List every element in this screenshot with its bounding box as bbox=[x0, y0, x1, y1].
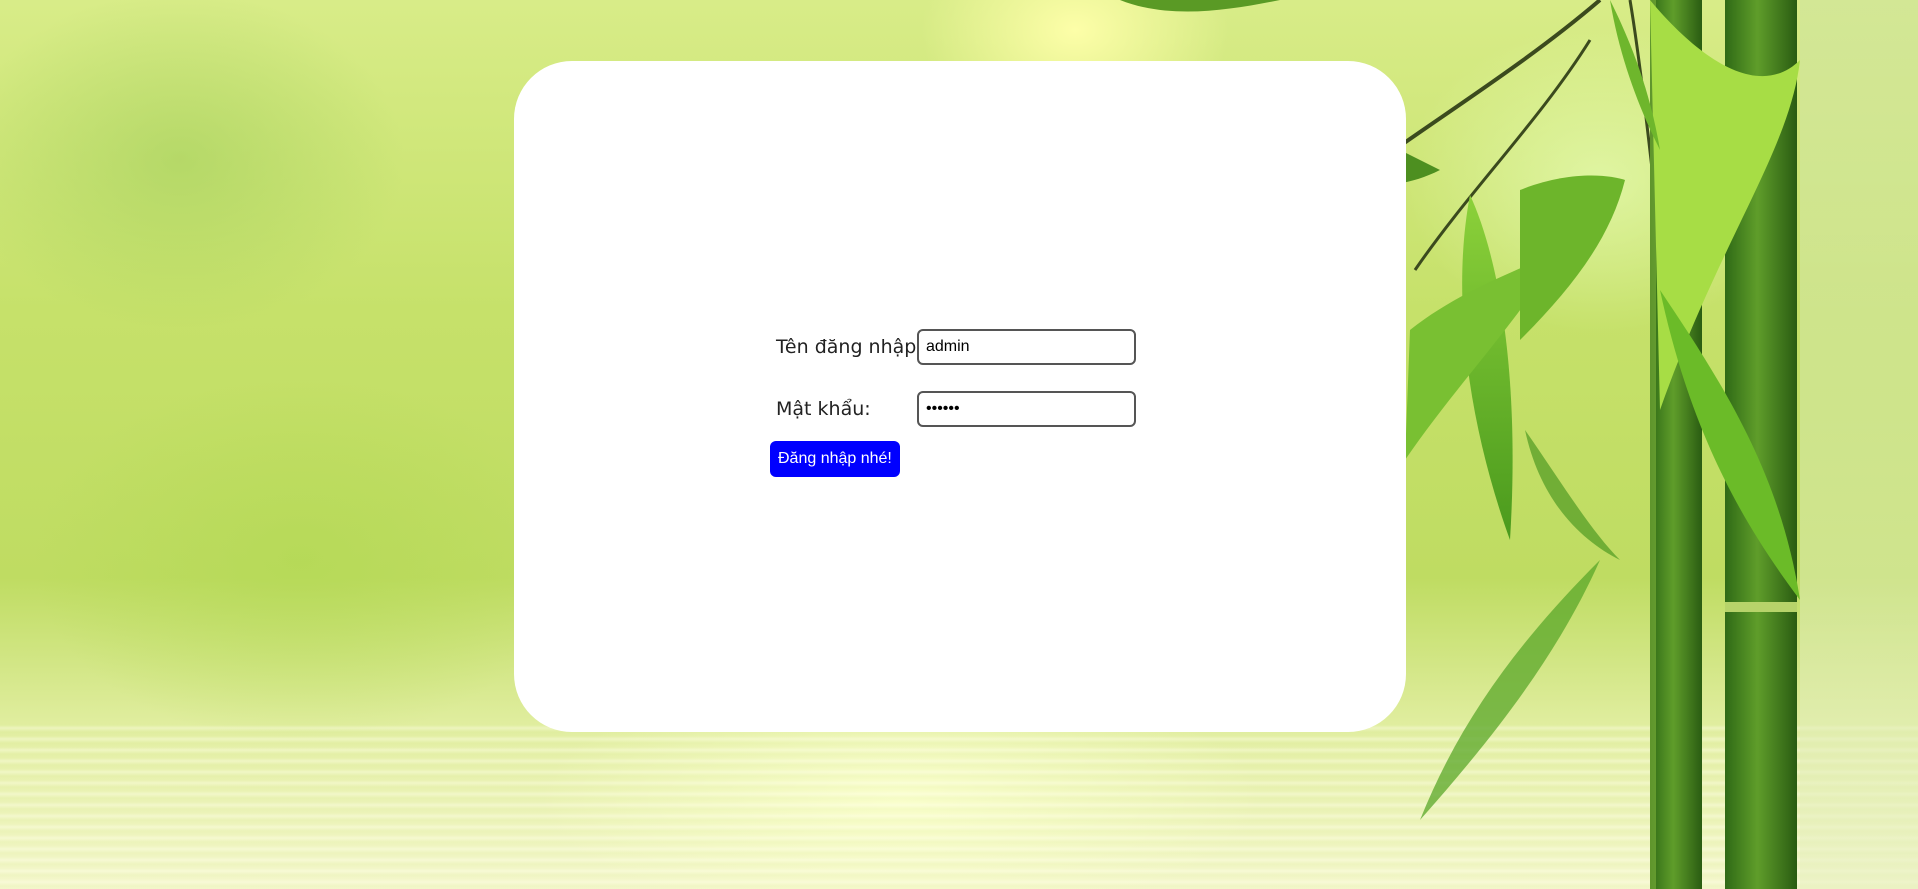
password-row: Mật khẩu: bbox=[776, 391, 1164, 427]
login-button[interactable]: Đăng nhập nhé! bbox=[770, 441, 900, 477]
password-label: Mật khẩu: bbox=[776, 398, 871, 420]
username-row: Tên đăng nhập: bbox=[776, 329, 1164, 365]
username-label: Tên đăng nhập: bbox=[776, 336, 923, 358]
username-input[interactable] bbox=[917, 329, 1136, 365]
password-input[interactable] bbox=[917, 391, 1136, 427]
login-form: Tên đăng nhập: Mật khẩu: Đăng nhập nhé! bbox=[764, 329, 1164, 477]
login-card: Tên đăng nhập: Mật khẩu: Đăng nhập nhé! bbox=[514, 61, 1406, 732]
